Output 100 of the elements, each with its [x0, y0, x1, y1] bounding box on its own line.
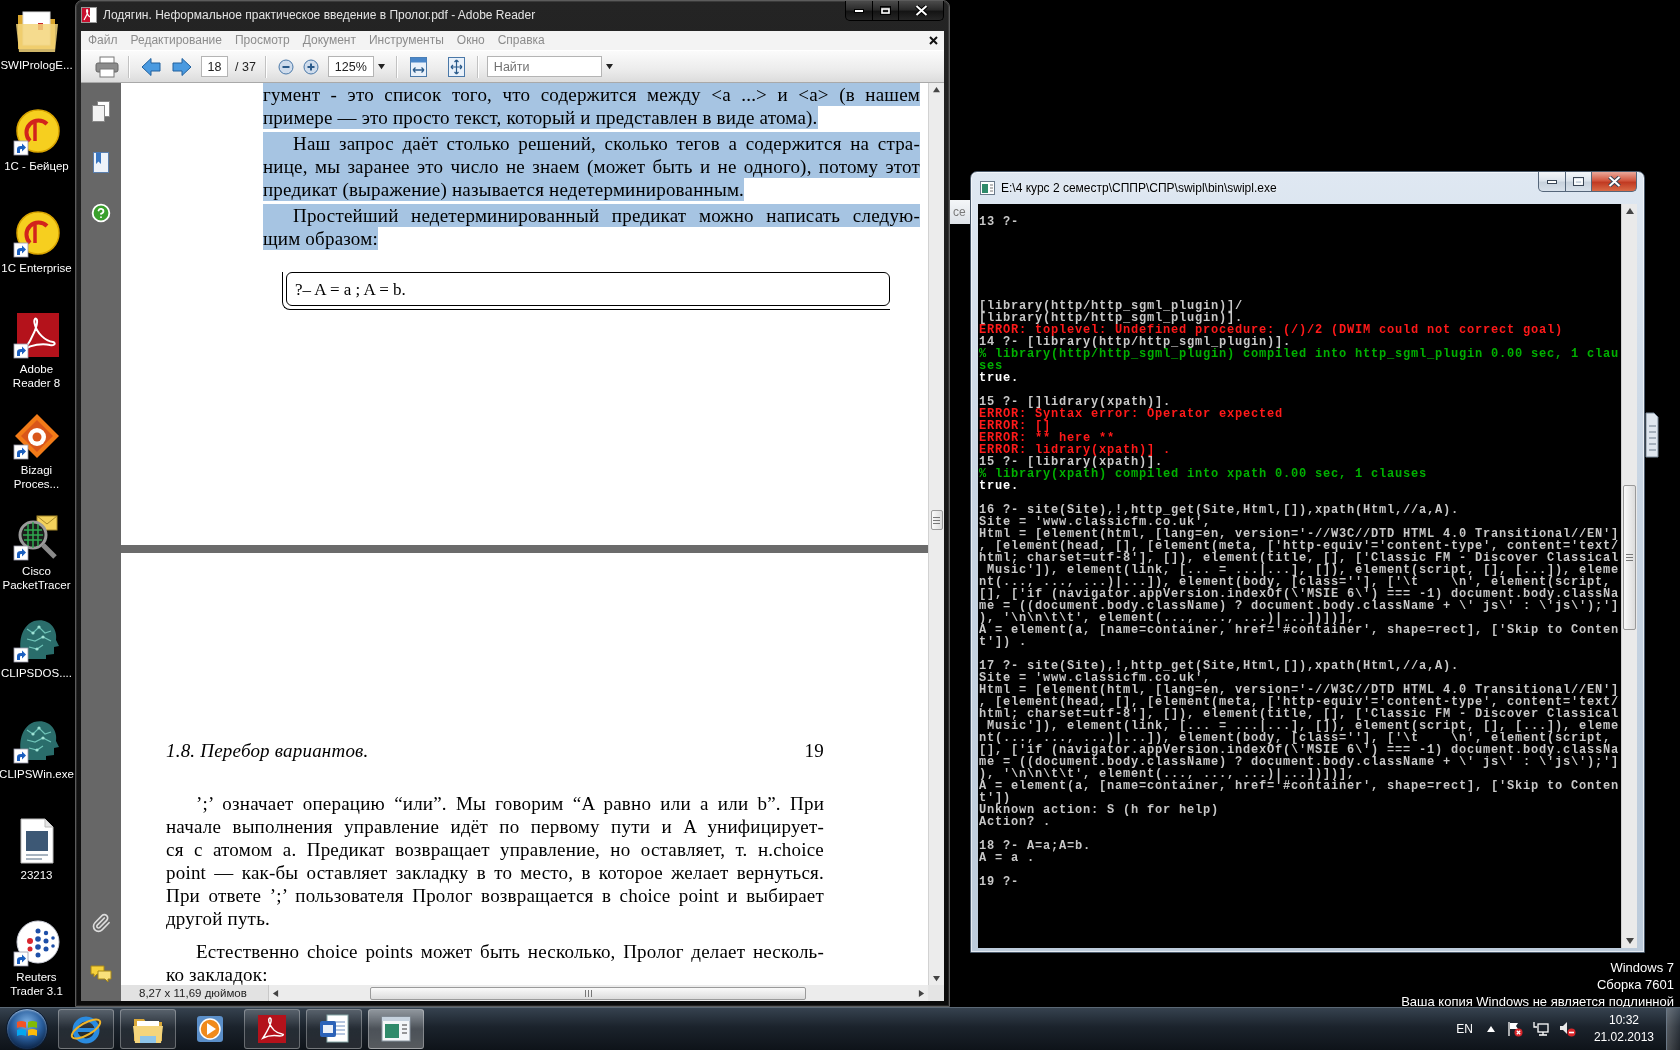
console-line: A = a . [979, 852, 1035, 864]
bookmark-icon[interactable] [91, 152, 111, 173]
console-line: [library(http/http_sgml_plugin)]. [979, 312, 1244, 324]
scroll-up-icon[interactable] [933, 86, 940, 93]
find-field[interactable]: Найти [486, 56, 602, 77]
console-line: % library(xpath) compiled into xpath 0.00 sec, 1 clauses [979, 468, 1428, 480]
fit-page-icon[interactable] [447, 56, 465, 77]
scroll-right-icon[interactable] [918, 989, 925, 997]
page-number-field[interactable]: 18 [201, 56, 228, 77]
round-logo-icon[interactable] [12, 209, 61, 258]
console-line: Site = 'www.classicfm.co.uk', [979, 516, 1212, 528]
print-icon[interactable] [95, 55, 119, 78]
console-line: Music']), element(link, [... = ...|...], []), element(script, [], [...]), eleme [987, 720, 1620, 732]
zoom-out-icon[interactable] [277, 58, 294, 75]
console-line: t']) . [979, 636, 1027, 648]
desktop-icon-label[interactable]: Reuters Trader 3.1 [10, 969, 63, 998]
minimize-button[interactable] [845, 1, 873, 21]
console-line: 13 ?- [979, 216, 1019, 228]
zoom-field[interactable]: 125% [327, 56, 374, 77]
scroll-thumb[interactable] [370, 986, 806, 1000]
console-line: Music']), element(link, [... = ...|...], []), element(script, [], [...]), eleme [987, 564, 1620, 576]
pages-icon[interactable] [91, 101, 111, 122]
flag-icon[interactable] [1506, 1021, 1523, 1037]
scroll-down-icon[interactable] [933, 975, 940, 982]
document-icon[interactable] [1645, 412, 1659, 458]
paragraph: Простейший недетерминированный предикат можно написать следую- щим образом: [263, 204, 920, 250]
desktop-icon-label[interactable]: CLIPSDOS.... [1, 665, 72, 680]
show-desktop-button[interactable] [1666, 1008, 1680, 1050]
caret-up-icon[interactable] [1486, 1025, 1495, 1033]
console-line: 17 ?- site(Site),!,http_get(Site,Html,[]),xpath(Html,//a,A). [979, 660, 1460, 672]
scroll-thumb[interactable] [930, 510, 943, 530]
console-line: Html = [element(html, [lang=en, version='-//W3C//DTD HTML 4.0 Transitional//EN'] [979, 684, 1620, 696]
desktop-icon-label[interactable]: 23213 [20, 868, 53, 883]
console-line: ), '\n\n\t\t', element(..., ..., ...)|...])])], [979, 612, 1356, 624]
desktop-icon-label[interactable]: CLIPSWin.exe [0, 767, 74, 782]
desktop-icon-label[interactable]: Adobe Reader 8 [12, 361, 61, 390]
network-icon[interactable] [1532, 1021, 1549, 1037]
taskbar-button[interactable] [120, 1009, 176, 1049]
maximize-button[interactable] [872, 1, 899, 21]
console-line: ERROR: ** here ** [979, 432, 1116, 444]
console-line: , [element(head, [], [element(meta, ['http-equiv'='content-type', content='text/ [979, 696, 1620, 708]
scroll-up-icon[interactable] [1625, 207, 1634, 215]
minimize-button[interactable] [1538, 172, 1566, 192]
fit-width-icon[interactable] [409, 56, 427, 77]
caret-icon[interactable] [605, 63, 613, 70]
arrow-right-icon[interactable] [172, 56, 192, 77]
console-line: 18 ?- A=a;A=b. [979, 840, 1092, 852]
scroll-thumb[interactable] [1623, 485, 1636, 630]
paragraph: Наш запрос даёт столько решений, сколько тегов a содержится на стра- нице, мы заранее это число не знаем (может быть и не одного), потому этот предикат (выражение) называется недетерминированным. [263, 132, 920, 201]
taskbar-button[interactable] [58, 1009, 114, 1049]
console-line: Unknown action: S (h for help) [979, 804, 1220, 816]
speaker-icon[interactable] [1558, 1021, 1576, 1037]
pdf-app-icon[interactable] [12, 310, 61, 359]
console-line: ), '\n\n\t\t', element(..., ..., ...)|...])])], [979, 768, 1356, 780]
clock[interactable]: 10:32 21.02.2013 [1593, 1012, 1654, 1046]
console-line: nt(..., ..., ...)|...]), element(body, [class=''], ['\t \n', element(script, [979, 576, 1612, 588]
close-button[interactable] [898, 1, 944, 21]
desktop-icon-label[interactable]: Bizagi Proces... [13, 463, 60, 492]
console-line: , [element(head, [], [element(meta, ['http-equiv'='content-type', content='text/ [979, 540, 1620, 552]
zoom-in-icon[interactable] [302, 58, 319, 75]
arrow-left-icon[interactable] [141, 56, 161, 77]
close-button[interactable] [1591, 172, 1637, 192]
console-line: ERROR: toplevel: Undefined procedure: (/)/2 (DWIM could not correct goal) [979, 324, 1564, 336]
console-line: ERROR: lidrary(xpath)] . [979, 444, 1172, 456]
windows-logo-icon [16, 1019, 38, 1039]
language-indicator[interactable]: EN [1456, 1022, 1473, 1036]
paragraph: гумент - это список того, что содержится между <a ...> и <a> (в нашем примере — это просто текст, который и представлен в виде атома). [263, 83, 920, 129]
help-icon[interactable] [91, 203, 111, 223]
diamond-logo-icon[interactable] [12, 412, 61, 461]
page-count-label: / 37 [235, 59, 256, 74]
start-button[interactable] [6, 1008, 48, 1050]
console-line: me = ((document.body.className) ? document.body.className + \' js\' : \'js\');'] [979, 600, 1620, 612]
desktop-icon-label[interactable]: SWIPrologE... [0, 58, 73, 72]
console-line: t']) [979, 792, 1011, 804]
magnifier-icon[interactable] [12, 513, 61, 562]
taskbar-button[interactable] [306, 1009, 362, 1049]
scroll-left-icon[interactable] [272, 989, 279, 997]
maximize-icon [1573, 177, 1584, 186]
system-notice: Ваша копия Windows не является подлинной [1401, 993, 1674, 1010]
maximize-icon [880, 6, 891, 15]
console-line: % library(http/http_sgml_plugin) compiled into http_sgml_plugin 0.00 sec, 1 clau [979, 348, 1620, 360]
caret-icon[interactable] [377, 63, 385, 70]
comment-icon[interactable] [90, 964, 112, 983]
taskbar-button[interactable] [368, 1009, 424, 1049]
paperclip-icon[interactable] [91, 913, 111, 933]
desktop-icon-label[interactable]: 1C - Бейцер [4, 159, 69, 174]
console-line: 15 ?- []lidrary(xpath)]. [979, 396, 1172, 408]
taskbar-button[interactable] [244, 1009, 300, 1049]
round-logo-icon[interactable] [12, 108, 61, 157]
page-number: 19 [804, 739, 824, 762]
dotted-ball-icon[interactable] [12, 918, 61, 967]
console-line: A = element(a, [name=container, href='#container', shape=rect], ['Skip to Conten [979, 624, 1620, 636]
scroll-down-icon[interactable] [1625, 937, 1634, 945]
window-title: Лодягин. Неформальное практическое введение в Пролог.pdf - Adobe Reader [103, 7, 536, 23]
window-title-fragment: ce [950, 200, 970, 224]
desktop-icon-label[interactable]: 1C Enterprise [1, 260, 72, 275]
close-icon[interactable] [929, 36, 938, 45]
console-line: ERROR: Syntax error: Operator expected [979, 408, 1284, 420]
maximize-button[interactable] [1565, 172, 1592, 192]
desktop-icon-label[interactable]: Cisco PacketTracer [2, 564, 71, 593]
